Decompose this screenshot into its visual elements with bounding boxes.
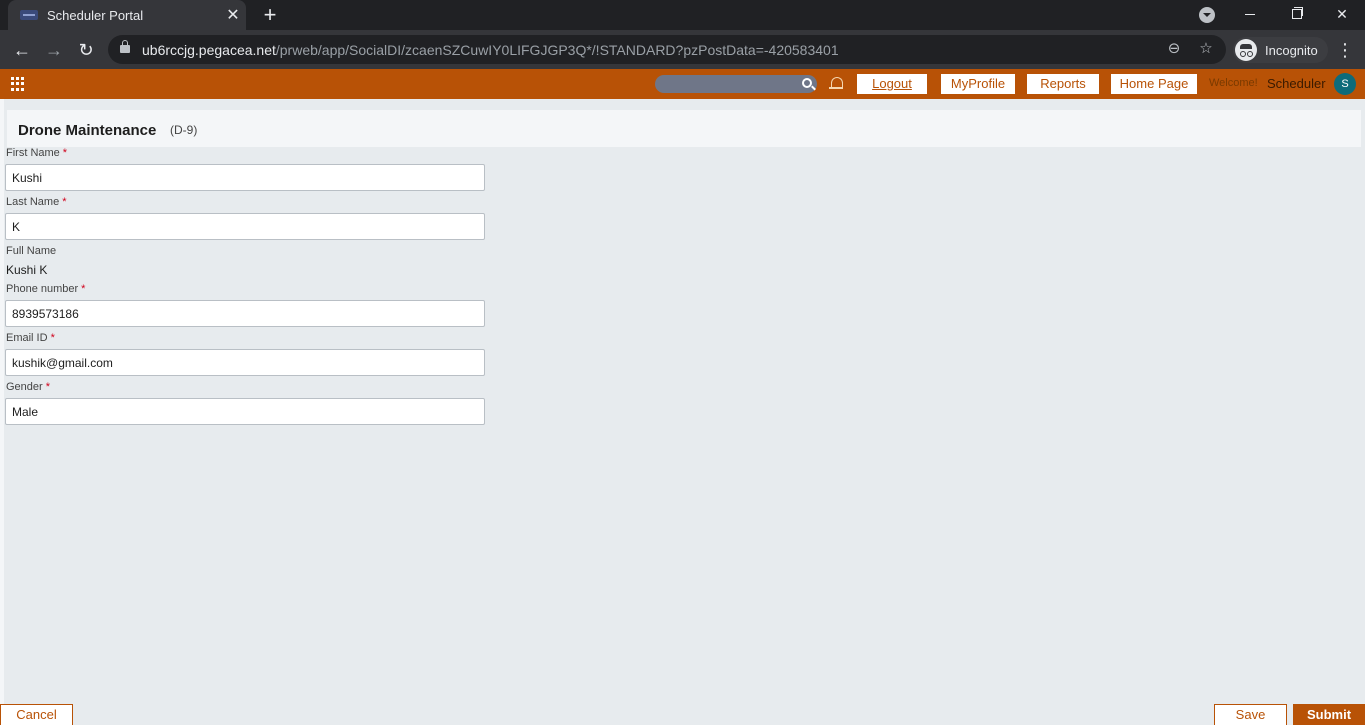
app-header: Logout MyProfile Reports Home Page Welco…	[0, 69, 1365, 99]
lock-icon[interactable]	[120, 40, 130, 53]
incognito-indicator[interactable]: Incognito	[1233, 37, 1328, 63]
incognito-icon	[1235, 39, 1257, 61]
first-name-label: First Name *	[6, 147, 68, 159]
url-text[interactable]: ub6rccjg.pegacea.net/prweb/app/SocialDI/…	[142, 42, 839, 58]
browser-menu-icon[interactable]: ⋮	[1336, 38, 1354, 62]
reports-button[interactable]: Reports	[1027, 74, 1099, 94]
close-window-icon[interactable]: ✕	[1319, 0, 1365, 30]
incognito-label: Incognito	[1265, 42, 1318, 58]
new-tab-icon[interactable]: +	[258, 3, 282, 27]
email-id-field[interactable]	[5, 349, 485, 376]
case-title: Drone Maintenance	[18, 122, 157, 139]
reload-icon[interactable]: ↻	[74, 38, 98, 62]
avatar[interactable]: S	[1334, 73, 1356, 95]
left-rail	[0, 99, 4, 725]
gender-field[interactable]	[5, 398, 485, 425]
bookmark-star-icon[interactable]: ☆	[1196, 39, 1216, 59]
url-host: ub6rccjg.pegacea.net	[142, 42, 276, 58]
forward-arrow-icon[interactable]: →	[42, 38, 66, 62]
logout-button[interactable]: Logout	[857, 74, 927, 94]
last-name-label: Last Name *	[6, 196, 67, 208]
required-marker: *	[62, 147, 68, 159]
tab-search-icon[interactable]	[1199, 7, 1215, 23]
home-page-button[interactable]: Home Page	[1111, 74, 1197, 94]
site-favicon-icon	[20, 10, 38, 20]
cancel-button[interactable]: Cancel	[0, 704, 73, 725]
email-id-label: Email ID *	[6, 332, 55, 344]
back-arrow-icon[interactable]: ←	[10, 38, 34, 62]
zoom-icon[interactable]: ⊖	[1164, 39, 1184, 59]
case-header: Drone Maintenance (D-9)	[7, 110, 1361, 147]
phone-number-field[interactable]	[5, 300, 485, 327]
operator-name[interactable]: Scheduler	[1267, 76, 1326, 91]
browser-tab-strip: Scheduler Portal ✕ + ✕	[0, 0, 1365, 30]
full-name-label: Full Name	[6, 245, 57, 257]
required-marker: *	[45, 381, 50, 393]
address-bar[interactable]: ub6rccjg.pegacea.net/prweb/app/SocialDI/…	[108, 35, 1226, 64]
minimize-window-icon[interactable]	[1227, 0, 1273, 30]
gender-label: Gender *	[6, 381, 50, 393]
phone-number-label: Phone number *	[6, 283, 86, 295]
restore-window-icon[interactable]	[1273, 0, 1319, 30]
browser-tab[interactable]: Scheduler Portal ✕	[8, 0, 246, 30]
welcome-text: Welcome!	[1209, 77, 1258, 89]
submit-button[interactable]: Submit	[1293, 704, 1365, 725]
case-id: (D-9)	[170, 123, 198, 137]
search-icon[interactable]	[802, 78, 812, 88]
app-search-input[interactable]	[655, 75, 817, 93]
required-marker: *	[50, 332, 55, 344]
required-marker: *	[62, 196, 67, 208]
notifications-bell-icon[interactable]	[829, 74, 845, 94]
required-marker: *	[81, 283, 86, 295]
tab-title: Scheduler Portal	[47, 7, 144, 23]
full-name-value: Kushi K	[6, 263, 48, 277]
url-path: /prweb/app/SocialDI/zcaenSZCuwIY0LIFGJGP…	[275, 42, 839, 58]
myprofile-button[interactable]: MyProfile	[941, 74, 1015, 94]
tab-close-icon[interactable]: ✕	[220, 5, 246, 25]
browser-toolbar: ← → ↻ ub6rccjg.pegacea.net/prweb/app/Soc…	[0, 30, 1365, 69]
first-name-field[interactable]	[5, 164, 485, 191]
save-button[interactable]: Save	[1214, 704, 1287, 725]
last-name-field[interactable]	[5, 213, 485, 240]
app-launcher-icon[interactable]	[11, 77, 25, 91]
